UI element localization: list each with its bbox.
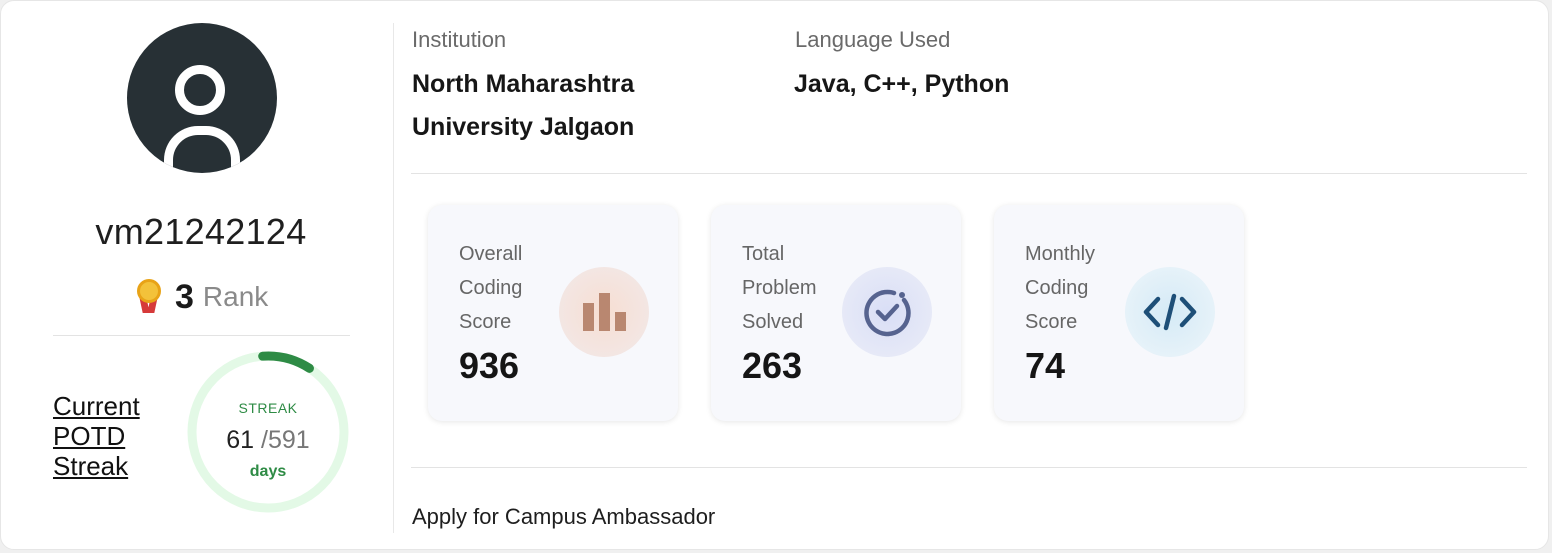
institution-line: North Maharashtra xyxy=(412,70,635,98)
stat-label-line: Coding xyxy=(1025,277,1089,299)
rank-row: 3 Rank xyxy=(135,277,268,317)
divider xyxy=(411,173,1527,174)
stat-label-line: Problem xyxy=(742,277,817,299)
code-icon xyxy=(1125,267,1215,357)
language-label: Language Used xyxy=(795,27,951,52)
rank-label: Rank xyxy=(202,281,269,312)
stat-label: Total Problem Solved xyxy=(742,237,852,339)
institution-label: Institution xyxy=(412,27,507,52)
bar-chart-icon xyxy=(559,267,649,357)
user-icon-head xyxy=(175,65,225,115)
stat-value: 263 xyxy=(742,345,803,386)
user-icon-body xyxy=(164,126,240,173)
streak-total: /591 xyxy=(261,426,310,454)
stat-label-line: Solved xyxy=(742,311,804,333)
medal-icon xyxy=(135,279,163,315)
stat-label-line: Coding xyxy=(459,277,523,299)
language-value: Java, C++, Python xyxy=(794,70,1010,98)
potd-label-line: Streak xyxy=(53,451,129,481)
stat-card-overall-coding-score: Overall Coding Score 936 xyxy=(428,205,678,421)
streak-current: 61 xyxy=(226,426,255,454)
divider xyxy=(411,467,1527,468)
current-potd-streak-link[interactable]: Current POTD Streak xyxy=(53,391,173,481)
rank-number: 3 xyxy=(175,277,194,316)
profile-summary-panel: vm21242124 3 Rank Current POTD Streak ST… xyxy=(1,1,394,553)
institution-line: University Jalgaon xyxy=(412,113,635,141)
stat-label: Monthly Coding Score xyxy=(1025,237,1135,339)
stat-label-line: Total xyxy=(742,243,785,265)
profile-card: vm21242124 3 Rank Current POTD Streak ST… xyxy=(0,0,1549,550)
stat-card-total-problem-solved: Total Problem Solved 263 xyxy=(711,205,961,421)
username: vm21242124 xyxy=(95,211,307,252)
stat-label: Overall Coding Score xyxy=(459,237,569,339)
streak-count: 61 /591 xyxy=(185,426,351,455)
potd-label-line: POTD xyxy=(53,421,126,451)
stat-card-monthly-coding-score: Monthly Coding Score 74 xyxy=(994,205,1244,421)
streak-title: STREAK xyxy=(238,400,298,416)
divider xyxy=(53,335,350,336)
check-circle-icon xyxy=(842,267,932,357)
stat-label-line: Score xyxy=(459,311,512,333)
vertical-divider xyxy=(393,23,394,533)
stat-value: 74 xyxy=(1025,345,1066,386)
streak-unit: days xyxy=(249,463,287,480)
avatar[interactable] xyxy=(127,23,277,173)
potd-label-line: Current xyxy=(53,391,140,421)
stat-label-line: Monthly xyxy=(1025,243,1096,265)
apply-campus-ambassador-link[interactable]: Apply for Campus Ambassador xyxy=(412,504,715,530)
stat-label-line: Overall xyxy=(459,243,523,265)
institution-value: North Maharashtra University Jalgaon xyxy=(412,63,634,149)
stat-label-line: Score xyxy=(1025,311,1078,333)
stat-value: 936 xyxy=(459,345,520,386)
